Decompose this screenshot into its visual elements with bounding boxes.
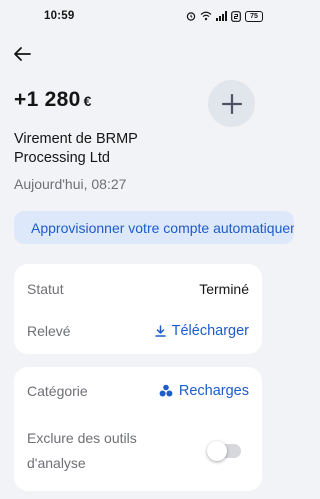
status-row: Statut Terminé xyxy=(27,279,249,299)
category-card: Catégorie Recharges Exclure des outils d… xyxy=(14,367,262,491)
data-saver-icon xyxy=(231,10,241,22)
download-statement-button[interactable]: Télécharger xyxy=(154,323,249,339)
amount-value: +1 280 xyxy=(14,88,81,111)
exclude-analytics-row: Exclure des outils d'analyse xyxy=(27,425,249,477)
merchant-name: Virement de BRMP Processing Ltd xyxy=(14,131,138,166)
wifi-icon xyxy=(200,11,212,21)
plus-icon xyxy=(221,93,242,114)
statement-row: Relevé Télécharger xyxy=(27,321,249,341)
details-card: Statut Terminé Relevé Télécharger xyxy=(14,264,262,354)
back-button[interactable] xyxy=(10,42,34,66)
category-button[interactable]: Recharges xyxy=(159,383,249,399)
amount-currency: € xyxy=(83,93,92,109)
download-icon xyxy=(154,325,166,337)
exclude-analytics-toggle[interactable] xyxy=(207,441,241,461)
alarm-icon xyxy=(186,11,196,21)
status-icons: 75 xyxy=(186,10,263,22)
transaction-date: Aujourd'hui, 08:27 xyxy=(14,176,127,192)
category-label: Catégorie xyxy=(27,383,88,399)
exclude-analytics-label: Exclure des outils d'analyse xyxy=(27,430,137,471)
download-label: Télécharger xyxy=(171,323,249,339)
category-value: Recharges xyxy=(178,383,249,399)
auto-topup-label: Approvisionner votre compte automatiquem… xyxy=(31,219,294,236)
statement-label: Relevé xyxy=(27,323,71,339)
toggle-knob xyxy=(207,441,227,461)
add-button[interactable] xyxy=(208,80,255,127)
status-time: 10:59 xyxy=(44,10,75,22)
status-label: Statut xyxy=(27,281,64,297)
category-row: Catégorie Recharges xyxy=(27,381,249,401)
arrow-left-icon xyxy=(14,47,31,61)
signal-icon xyxy=(216,11,227,21)
battery-icon: 75 xyxy=(245,10,263,22)
status-bar: 10:59 75 xyxy=(0,0,277,32)
auto-topup-chip[interactable]: Approvisionner votre compte automatiquem… xyxy=(14,211,294,244)
status-value: Terminé xyxy=(199,281,249,297)
transaction-amount: +1 280 € xyxy=(14,88,92,112)
coins-icon xyxy=(159,384,173,397)
